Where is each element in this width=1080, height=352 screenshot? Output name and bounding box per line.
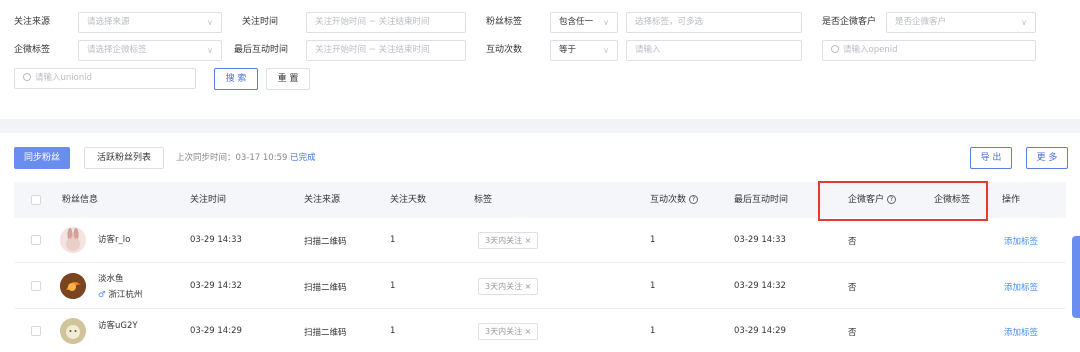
follow-time: 03-29 14:29	[190, 326, 242, 336]
fan-name: 访客uG2Y	[98, 321, 138, 331]
wecom-tag-placeholder: 请选择企微标签	[87, 45, 147, 55]
last-interact: 03-29 14:29	[734, 326, 786, 336]
row-checkbox[interactable]	[31, 326, 41, 336]
add-tag-link[interactable]: 添加标签	[1004, 281, 1038, 293]
avatar	[60, 227, 86, 253]
col-follow-days: 关注天数	[390, 195, 427, 205]
chevron-down-icon: ∨	[207, 46, 213, 55]
wecom-customer-select[interactable]: 是否企微客户 ∨	[886, 12, 1036, 33]
col-tags: 标签	[474, 195, 493, 205]
follow-source: 扫描二维码	[304, 328, 347, 338]
col-follow-source: 关注来源	[304, 195, 341, 205]
col-last-interact: 最后互动时间	[734, 195, 789, 205]
search-icon	[23, 73, 31, 81]
col-actions: 操作	[1002, 195, 1021, 205]
interact-count-op-select[interactable]: 等于 ∨	[550, 40, 618, 61]
table-row: 访客uG2Y 03-29 14:29 扫描二维码 1 3天内关注 × 1 03-…	[14, 309, 1066, 352]
interact-count-placeholder: 请输入	[635, 45, 661, 55]
fan-location-text: 浙江杭州	[108, 290, 143, 300]
follow-days: 1	[390, 326, 396, 336]
chevron-down-icon: ∨	[603, 18, 609, 27]
last-interact: 03-29 14:32	[734, 281, 786, 291]
source-label: 关注来源	[14, 17, 51, 27]
row-checkbox[interactable]	[31, 235, 41, 245]
more-button[interactable]: 更 多	[1026, 147, 1068, 169]
fan-tag-label: 粉丝标签	[486, 17, 523, 27]
active-fans-list-button[interactable]: 活跃粉丝列表	[84, 147, 164, 169]
interact-count-op-value: 等于	[559, 45, 577, 55]
export-button[interactable]: 导 出	[970, 147, 1012, 169]
col-interact-count: 互动次数?	[650, 182, 699, 218]
wecom-tag-label: 企微标签	[14, 45, 51, 55]
interact-count: 1	[650, 235, 656, 245]
interact-count-label: 互动次数	[486, 45, 523, 55]
follow-days: 1	[390, 235, 396, 245]
male-icon: ♂	[98, 290, 106, 300]
follow-time-range[interactable]: 关注开始时间 ~ 关注结束时间	[306, 12, 466, 33]
fan-name: 淡水鱼	[98, 274, 124, 284]
filter-panel: 关注来源 请选择来源 ∨ 关注时间 关注开始时间 ~ 关注结束时间 粉丝标签 包…	[0, 0, 1080, 119]
openid-placeholder: 请输入openid	[843, 45, 898, 55]
add-tag-link[interactable]: 添加标签	[1004, 235, 1038, 247]
fan-name: 访客r_lo	[98, 235, 131, 245]
wecom-customer-placeholder: 是否企微客户	[895, 17, 947, 27]
side-float-tab[interactable]	[1072, 236, 1080, 318]
chevron-down-icon: ∨	[207, 18, 213, 27]
avatar	[60, 318, 86, 344]
unionid-input[interactable]: 请输入unionid	[14, 68, 196, 89]
sync-fans-button[interactable]: 同步粉丝	[14, 147, 70, 169]
follow-time: 03-29 14:33	[190, 235, 242, 245]
wecom-customer-label: 是否企微客户	[822, 17, 877, 27]
wecom-tag-select[interactable]: 请选择企微标签 ∨	[78, 40, 222, 61]
fan-tag-mode-value: 包含任一	[559, 17, 594, 27]
unionid-placeholder: 请输入unionid	[35, 73, 92, 83]
follow-source: 扫描二维码	[304, 237, 347, 247]
follow-source: 扫描二维码	[304, 283, 347, 293]
fan-tag-chip[interactable]: 3天内关注 ×	[478, 278, 539, 295]
source-select-placeholder: 请选择来源	[87, 17, 130, 27]
fan-tag-placeholder: 选择标签，可多选	[635, 17, 704, 27]
last-sync-time: 上次同步时间：03-17 10:59	[176, 153, 288, 163]
table-row: 访客r_lo 03-29 14:33 扫描二维码 1 3天内关注 × 1 03-…	[14, 218, 1066, 263]
interact-count: 1	[650, 281, 656, 291]
follow-time-placeholder: 关注开始时间 ~ 关注结束时间	[315, 17, 430, 27]
last-interact: 03-29 14:33	[734, 235, 786, 245]
fan-tag-mode-select[interactable]: 包含任一 ∨	[550, 12, 618, 33]
interact-count: 1	[650, 326, 656, 336]
wecom-customer-value: 否	[848, 237, 857, 247]
highlight-box	[818, 181, 988, 221]
fan-location: ♂ 浙江杭州	[98, 288, 142, 300]
search-icon	[831, 45, 839, 53]
reset-button[interactable]: 重 置	[266, 68, 310, 90]
last-sync-info: 上次同步时间：03-17 10:59 已完成	[176, 151, 316, 165]
table-panel: 同步粉丝 活跃粉丝列表 上次同步时间：03-17 10:59 已完成 导 出 更…	[0, 133, 1080, 352]
sync-status-link[interactable]: 已完成	[290, 153, 316, 163]
last-interact-placeholder: 关注开始时间 ~ 关注结束时间	[315, 45, 430, 55]
avatar	[60, 273, 86, 299]
col-interact-count-label: 互动次数	[650, 195, 687, 205]
select-all-checkbox[interactable]	[31, 195, 41, 205]
chevron-down-icon: ∨	[603, 46, 609, 55]
help-icon[interactable]: ?	[689, 195, 699, 204]
row-checkbox[interactable]	[31, 281, 41, 291]
last-interact-range[interactable]: 关注开始时间 ~ 关注结束时间	[306, 40, 466, 61]
chevron-down-icon: ∨	[1021, 18, 1027, 27]
col-fan-info: 粉丝信息	[62, 195, 99, 205]
table-row: 淡水鱼 ♂ 浙江杭州 03-29 14:32 扫描二维码 1 3天内关注 × 1…	[14, 263, 1066, 309]
follow-time: 03-29 14:32	[190, 281, 242, 291]
wecom-customer-value: 否	[848, 283, 857, 293]
source-select[interactable]: 请选择来源 ∨	[78, 12, 222, 33]
fan-tag-chip[interactable]: 3天内关注 ×	[478, 323, 539, 340]
col-follow-time: 关注时间	[190, 195, 227, 205]
follow-days: 1	[390, 281, 396, 291]
search-button[interactable]: 搜 索	[214, 68, 258, 90]
interact-count-input[interactable]: 请输入	[626, 40, 802, 61]
follow-time-label: 关注时间	[242, 17, 279, 27]
wecom-customer-value: 否	[848, 328, 857, 338]
add-tag-link[interactable]: 添加标签	[1004, 326, 1038, 338]
fan-tag-select[interactable]: 选择标签，可多选	[626, 12, 802, 33]
fan-tag-chip[interactable]: 3天内关注 ×	[478, 232, 539, 249]
last-interact-label: 最后互动时间	[234, 45, 289, 55]
openid-input[interactable]: 请输入openid	[822, 40, 1036, 61]
